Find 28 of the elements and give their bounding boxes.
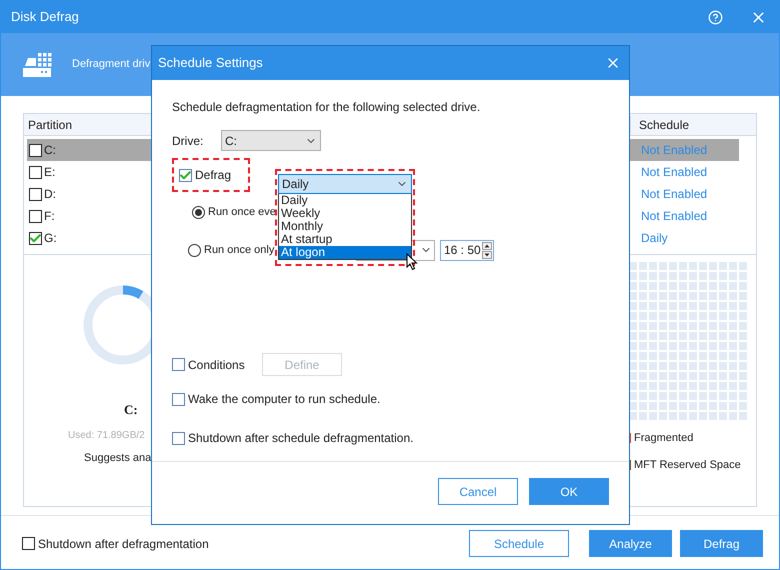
partition-label: D:	[44, 186, 56, 203]
radio-label: Run once only	[204, 242, 274, 258]
checkbox-label: Shutdown after defragmentation	[38, 536, 209, 552]
intro-text: Schedule defragmentation for the following selected drive.	[172, 99, 482, 116]
partition-label: F:	[44, 208, 55, 225]
schedule-status: Not Enabled	[641, 164, 708, 181]
checkbox-label: Shutdown after schedule defragmentation.	[188, 430, 414, 447]
window-title: Disk Defrag	[11, 8, 79, 26]
partition-label: C:	[44, 142, 56, 159]
checkbox-label: Wake the computer to run schedule.	[188, 391, 380, 408]
drive-label: Drive:	[172, 132, 204, 150]
schedule-status: Not Enabled	[641, 186, 708, 203]
partition-label: G:	[44, 230, 57, 247]
column-header: Partition	[27, 116, 74, 134]
partition-label: E:	[44, 164, 56, 181]
radio-label: Run once eve	[208, 204, 276, 220]
usage-text: Used: 71.89GB/2	[68, 428, 145, 442]
schedule-status: Not Enabled	[641, 208, 708, 225]
checkbox-label: Conditions	[188, 356, 246, 374]
drive-name: C:	[124, 401, 138, 419]
checkbox-label: Defrag	[195, 167, 232, 184]
header-text: Defragment driv	[72, 57, 150, 72]
schedule-status: Daily	[641, 230, 668, 247]
suggestion-text: Suggests ana	[84, 450, 152, 466]
legend-label: Fragmented	[634, 431, 694, 446]
legend-label: MFT Reserved Space	[634, 458, 741, 472]
schedule-status: Not Enabled	[641, 142, 708, 159]
dialog-title: Schedule Settings	[158, 54, 263, 72]
